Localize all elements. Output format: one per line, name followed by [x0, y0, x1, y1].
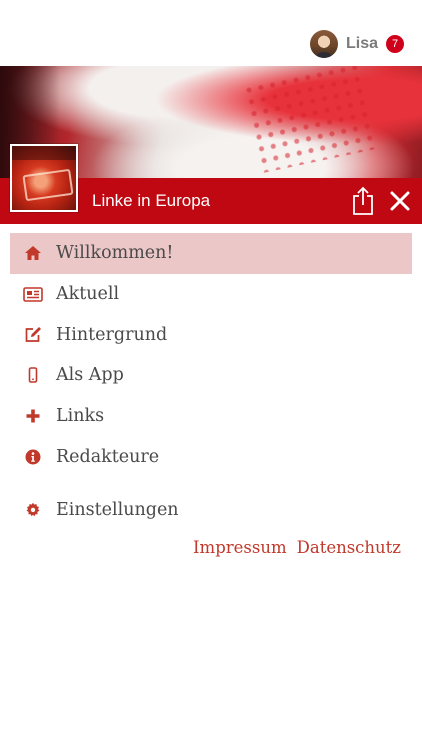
menu-item-hintergrund[interactable]: Hintergrund	[10, 314, 412, 355]
footer-links: Impressum Datenschutz	[193, 538, 401, 557]
menu-item-einstellungen[interactable]: Einstellungen	[10, 490, 412, 531]
menu-item-label: Hintergrund	[56, 324, 168, 345]
notification-badge[interactable]: 7	[386, 35, 404, 53]
menu-item-aktuell[interactable]: Aktuell	[10, 274, 412, 315]
top-bar: Lisa 7	[0, 0, 422, 66]
menu-item-links[interactable]: Links	[10, 396, 412, 437]
newspaper-icon	[10, 286, 56, 302]
home-icon	[10, 245, 56, 261]
mobile-icon	[10, 367, 56, 384]
banner-pattern	[241, 66, 379, 174]
plus-icon	[10, 408, 56, 424]
menu-item-label: Redakteure	[56, 446, 160, 467]
info-icon	[10, 449, 56, 465]
section-thumbnail	[10, 144, 78, 212]
close-button[interactable]	[388, 189, 412, 213]
menu-item-willkommen[interactable]: Willkommen!	[10, 233, 412, 274]
menu-item-redakteure[interactable]: Redakteure	[10, 436, 412, 477]
avatar[interactable]	[309, 30, 338, 58]
menu-divider	[10, 477, 412, 490]
menu-item-label: Willkommen!	[56, 243, 174, 264]
datenschutz-link[interactable]: Datenschutz	[297, 538, 401, 557]
navigation-menu: Willkommen! Aktuell Hintergrund Als App …	[10, 233, 412, 531]
menu-item-label: Aktuell	[56, 284, 120, 305]
page-title: Linke in Europa	[92, 191, 211, 210]
menu-item-label: Als App	[56, 365, 124, 386]
menu-item-als-app[interactable]: Als App	[10, 355, 412, 396]
username: Lisa	[345, 35, 378, 52]
menu-item-label: Links	[56, 406, 105, 427]
gear-icon	[10, 502, 56, 518]
user-profile[interactable]: Lisa 7	[309, 29, 404, 59]
share-button[interactable]	[351, 186, 375, 216]
menu-item-label: Einstellungen	[56, 500, 179, 521]
edit-icon	[10, 326, 56, 343]
impressum-link[interactable]: Impressum	[193, 538, 287, 557]
close-icon	[390, 191, 410, 211]
share-icon	[353, 186, 373, 215]
